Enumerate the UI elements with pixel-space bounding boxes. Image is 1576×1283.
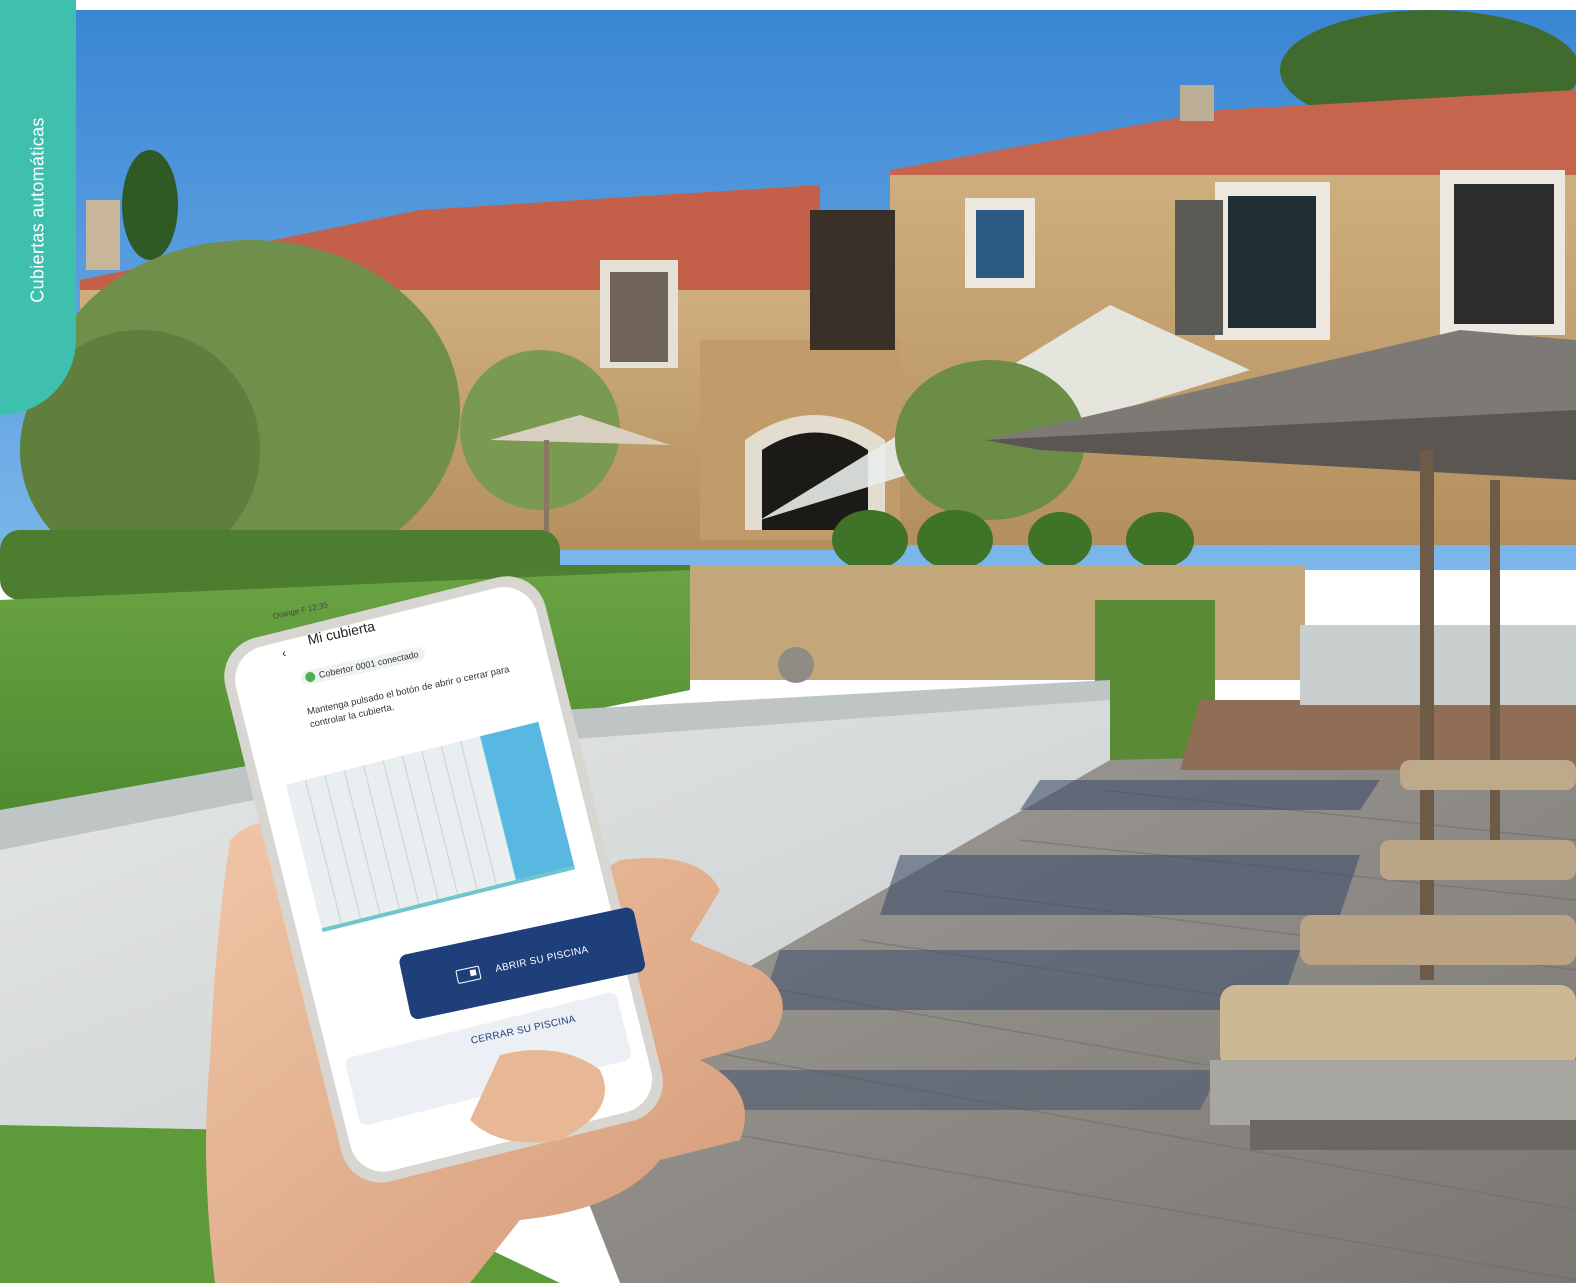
open-pool-button-label: ABRIR SU PISCINA (494, 943, 590, 975)
page: Orange F 12:35 ‹ Mi cubierta Cobertor 00… (0, 0, 1576, 1283)
pool-house-photo (0, 10, 1576, 1283)
section-side-tab-label: Cubiertas automáticas (27, 117, 48, 303)
section-side-tab: Cubiertas automáticas (0, 0, 76, 415)
pool-cover-icon (454, 965, 482, 985)
connected-status-icon (304, 671, 317, 683)
